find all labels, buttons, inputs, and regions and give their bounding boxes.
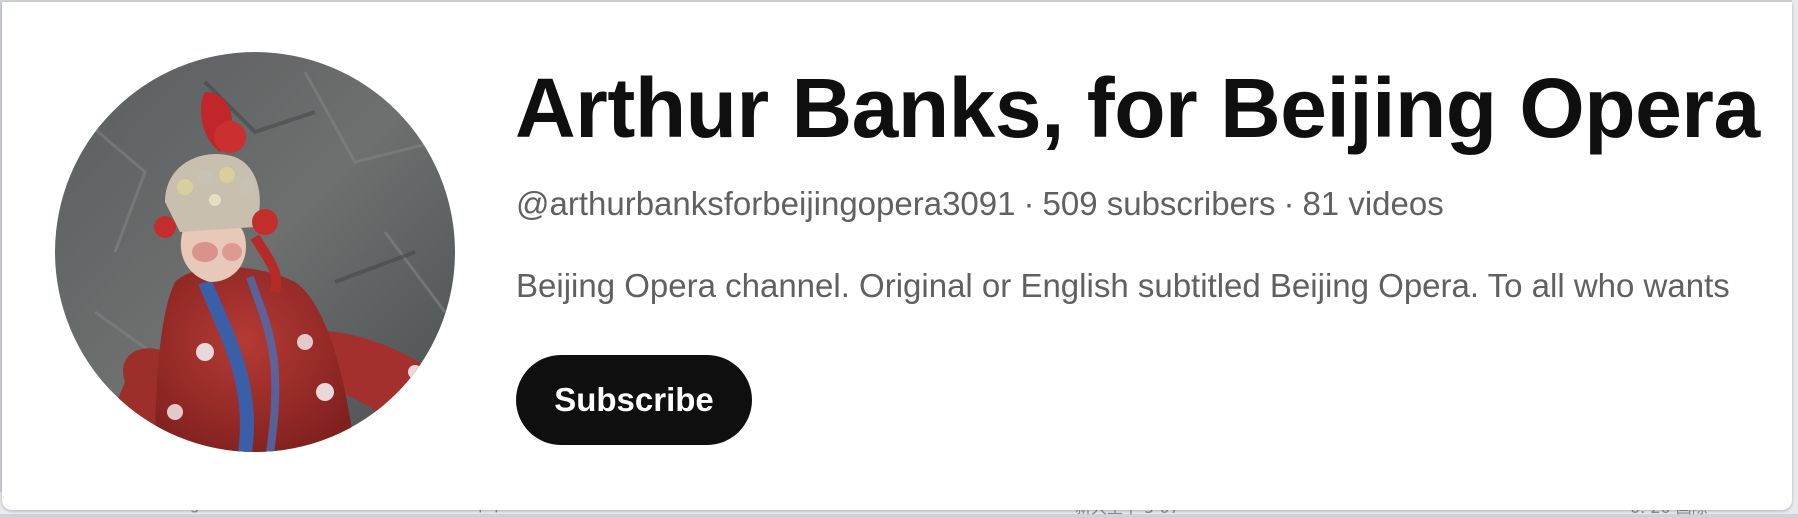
- subscriber-count: 509 subscribers: [1042, 185, 1276, 222]
- channel-avatar-opera-performer-icon: [55, 52, 455, 452]
- channel-avatar[interactable]: [55, 52, 455, 452]
- meta-separator: ·: [1023, 185, 1035, 222]
- channel-title: Arthur Banks, for Beijing Opera: [515, 61, 1760, 155]
- channel-meta: @arthurbanksforbeijingopera3091 · 509 subs…: [516, 182, 1444, 226]
- video-count: 81 videos: [1302, 185, 1444, 222]
- subscribe-button[interactable]: Subscribe: [516, 355, 752, 445]
- channel-header-panel: Arthur Banks, for Beijing Opera @arthurb…: [2, 2, 1792, 510]
- background-window-edge: [1792, 0, 1798, 514]
- meta-separator: ·: [1283, 185, 1295, 222]
- channel-description[interactable]: Beijing Opera channel. Original or Engli…: [516, 264, 1730, 308]
- channel-handle[interactable]: @arthurbanksforbeijingopera3091: [516, 185, 1016, 222]
